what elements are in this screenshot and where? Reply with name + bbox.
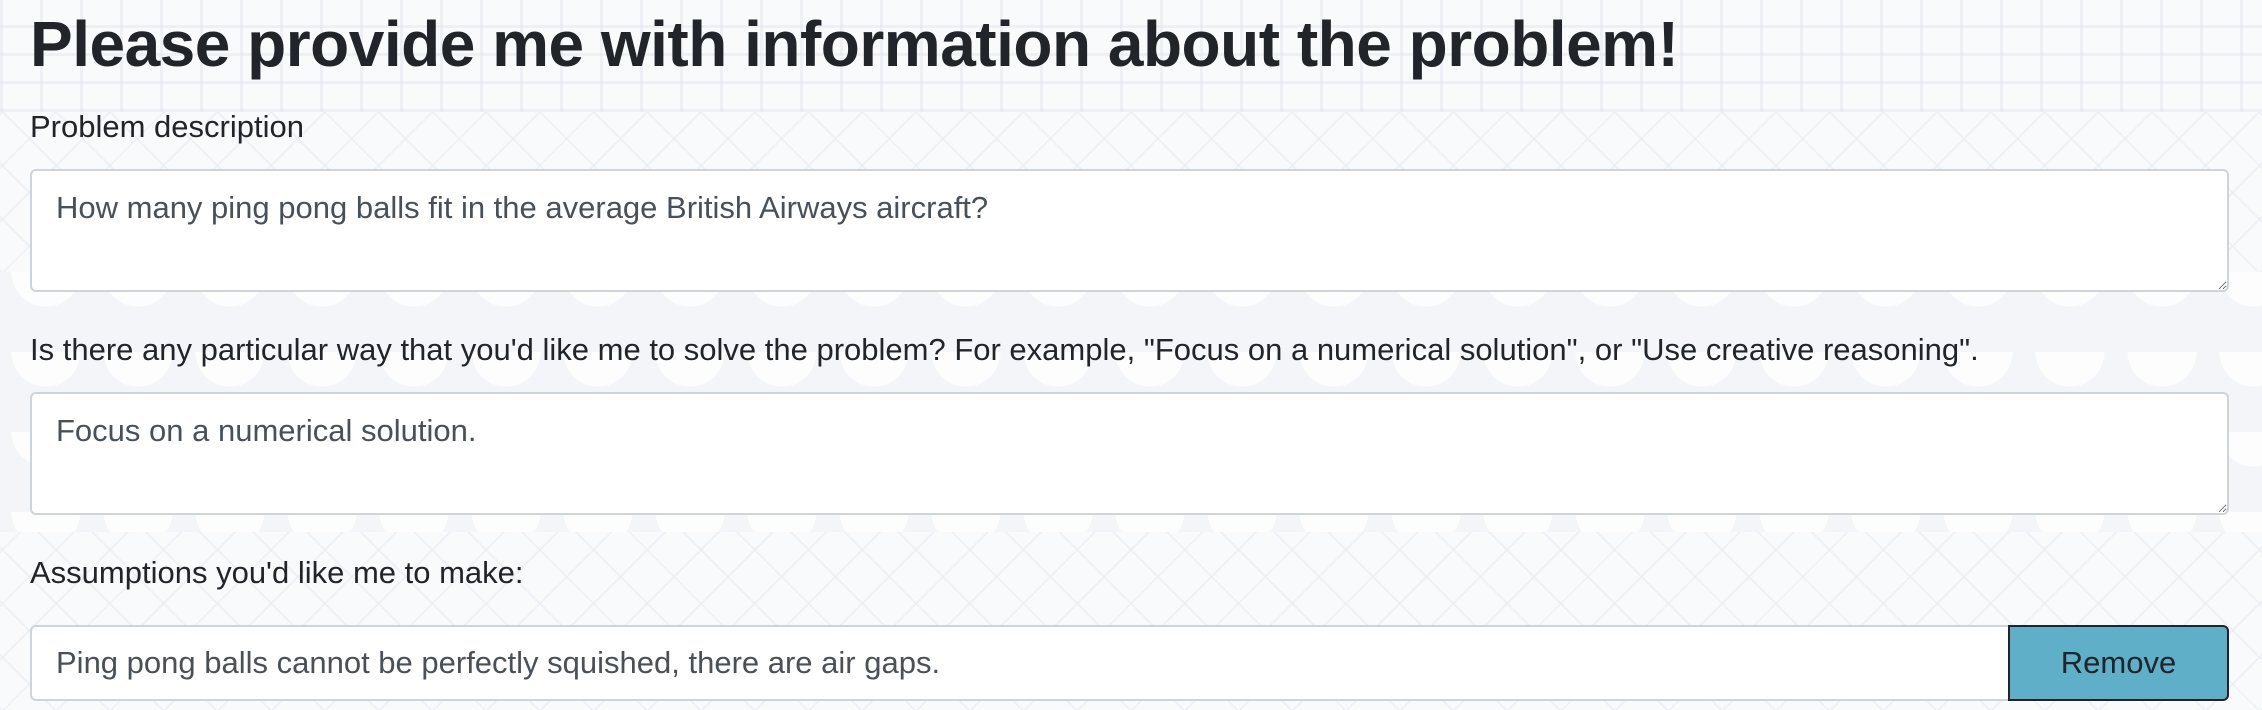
problem-form: Please provide me with information about… bbox=[0, 0, 2262, 701]
solution-approach-textarea[interactable] bbox=[30, 392, 2229, 515]
problem-description-label: Problem description bbox=[30, 109, 304, 144]
solution-approach-label: Is there any particular way that you'd l… bbox=[30, 332, 1979, 367]
remove-assumption-button[interactable]: Remove bbox=[2008, 625, 2229, 701]
assumption-input[interactable] bbox=[30, 625, 2008, 701]
assumptions-label: Assumptions you'd like me to make: bbox=[30, 555, 524, 590]
problem-description-textarea[interactable] bbox=[30, 169, 2229, 292]
assumption-row: Remove bbox=[30, 625, 2229, 701]
page-title: Please provide me with information about… bbox=[30, 8, 1679, 80]
